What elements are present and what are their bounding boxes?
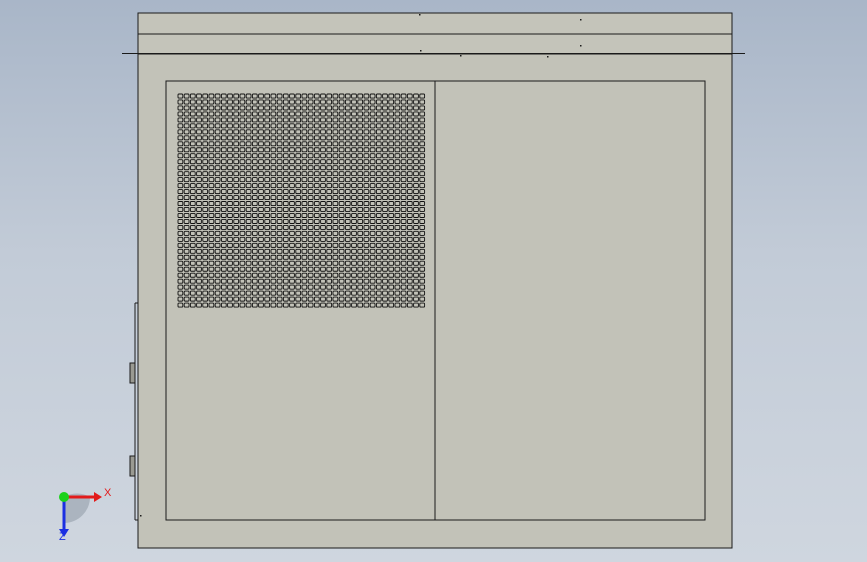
edge-mark [140, 515, 142, 517]
edge-mark [460, 55, 462, 57]
cabinet-model-front-view[interactable] [0, 0, 867, 562]
edge-mark [238, 53, 240, 55]
top-cover-lower-band [137, 33, 733, 55]
top-cover-band [137, 12, 733, 35]
door-panel-right [434, 80, 706, 521]
edge-mark [580, 45, 582, 47]
edge-mark [419, 14, 421, 16]
hinge-top [129, 362, 136, 384]
y-axis-dot [59, 492, 69, 502]
graphics-viewport[interactable]: X Z [0, 0, 867, 562]
edge-mark [580, 19, 582, 21]
edge-mark [420, 50, 422, 52]
edge-mark [547, 56, 549, 58]
hinge-bottom [129, 455, 136, 477]
z-axis-label: Z [59, 531, 66, 543]
coordinate-triad: X Z [50, 485, 120, 545]
x-axis-arrow-head [94, 492, 102, 502]
x-axis-label: X [104, 487, 112, 499]
